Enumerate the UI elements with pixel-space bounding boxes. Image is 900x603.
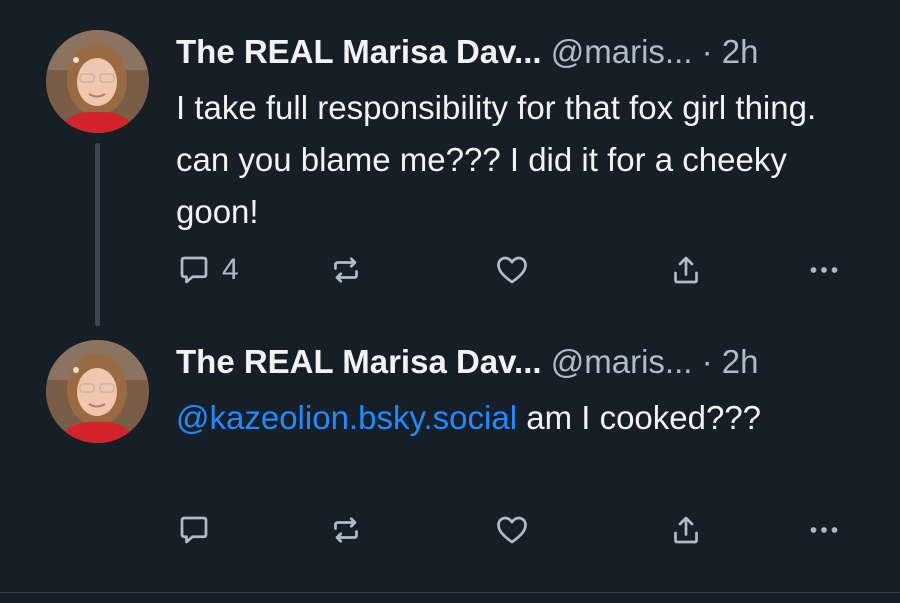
post-text: @kazeolion.bsky.social am I cooked??? bbox=[176, 392, 866, 444]
reply-button[interactable] bbox=[176, 512, 212, 548]
post-text-content: am I cooked??? bbox=[517, 399, 762, 436]
post-thread: The REAL Marisa Dav... @maris... · 2h I … bbox=[0, 0, 900, 603]
handle[interactable]: @maris... bbox=[551, 343, 693, 380]
avatar[interactable] bbox=[46, 30, 149, 133]
avatar-image bbox=[46, 340, 149, 443]
more-options-button[interactable] bbox=[806, 252, 842, 288]
reply-icon bbox=[180, 256, 208, 284]
timestamp[interactable]: 2h bbox=[722, 343, 759, 380]
share-icon bbox=[674, 256, 698, 284]
like-button[interactable] bbox=[494, 252, 530, 288]
reply-icon bbox=[180, 516, 208, 544]
like-button[interactable] bbox=[494, 512, 530, 548]
more-options-button[interactable] bbox=[806, 512, 842, 548]
separator-dot: · bbox=[701, 343, 713, 380]
more-icon bbox=[810, 527, 838, 533]
post-text: I take full responsibility for that fox … bbox=[176, 89, 817, 230]
mention-link[interactable]: @kazeolion.bsky.social bbox=[176, 399, 517, 436]
post-item[interactable]: The REAL Marisa Dav... @maris... · 2h @k… bbox=[0, 330, 900, 590]
avatar[interactable] bbox=[46, 340, 149, 443]
display-name[interactable]: The REAL Marisa Dav... bbox=[176, 343, 542, 380]
post-actions bbox=[176, 512, 866, 548]
repost-button[interactable] bbox=[328, 512, 364, 548]
post-header: The REAL Marisa Dav... @maris... · 2h bbox=[176, 32, 758, 72]
display-name[interactable]: The REAL Marisa Dav... bbox=[176, 33, 542, 70]
handle[interactable]: @maris... bbox=[551, 33, 693, 70]
timestamp[interactable]: 2h bbox=[722, 33, 759, 70]
divider bbox=[0, 592, 900, 593]
more-icon bbox=[810, 267, 838, 273]
reply-count: 4 bbox=[222, 253, 239, 286]
post-actions: 4 bbox=[176, 252, 866, 288]
post-item[interactable]: The REAL Marisa Dav... @maris... · 2h I … bbox=[0, 0, 900, 330]
post-header: The REAL Marisa Dav... @maris... · 2h bbox=[176, 342, 758, 382]
share-icon bbox=[674, 516, 698, 544]
repost-icon bbox=[334, 257, 358, 283]
thread-line bbox=[95, 143, 100, 326]
avatar-image bbox=[46, 30, 149, 133]
repost-icon bbox=[334, 517, 358, 543]
repost-button[interactable] bbox=[328, 252, 364, 288]
share-button[interactable] bbox=[668, 512, 704, 548]
reply-button[interactable]: 4 bbox=[176, 252, 239, 288]
like-icon bbox=[497, 516, 527, 544]
separator-dot: · bbox=[701, 33, 713, 70]
share-button[interactable] bbox=[668, 252, 704, 288]
like-icon bbox=[497, 256, 527, 284]
